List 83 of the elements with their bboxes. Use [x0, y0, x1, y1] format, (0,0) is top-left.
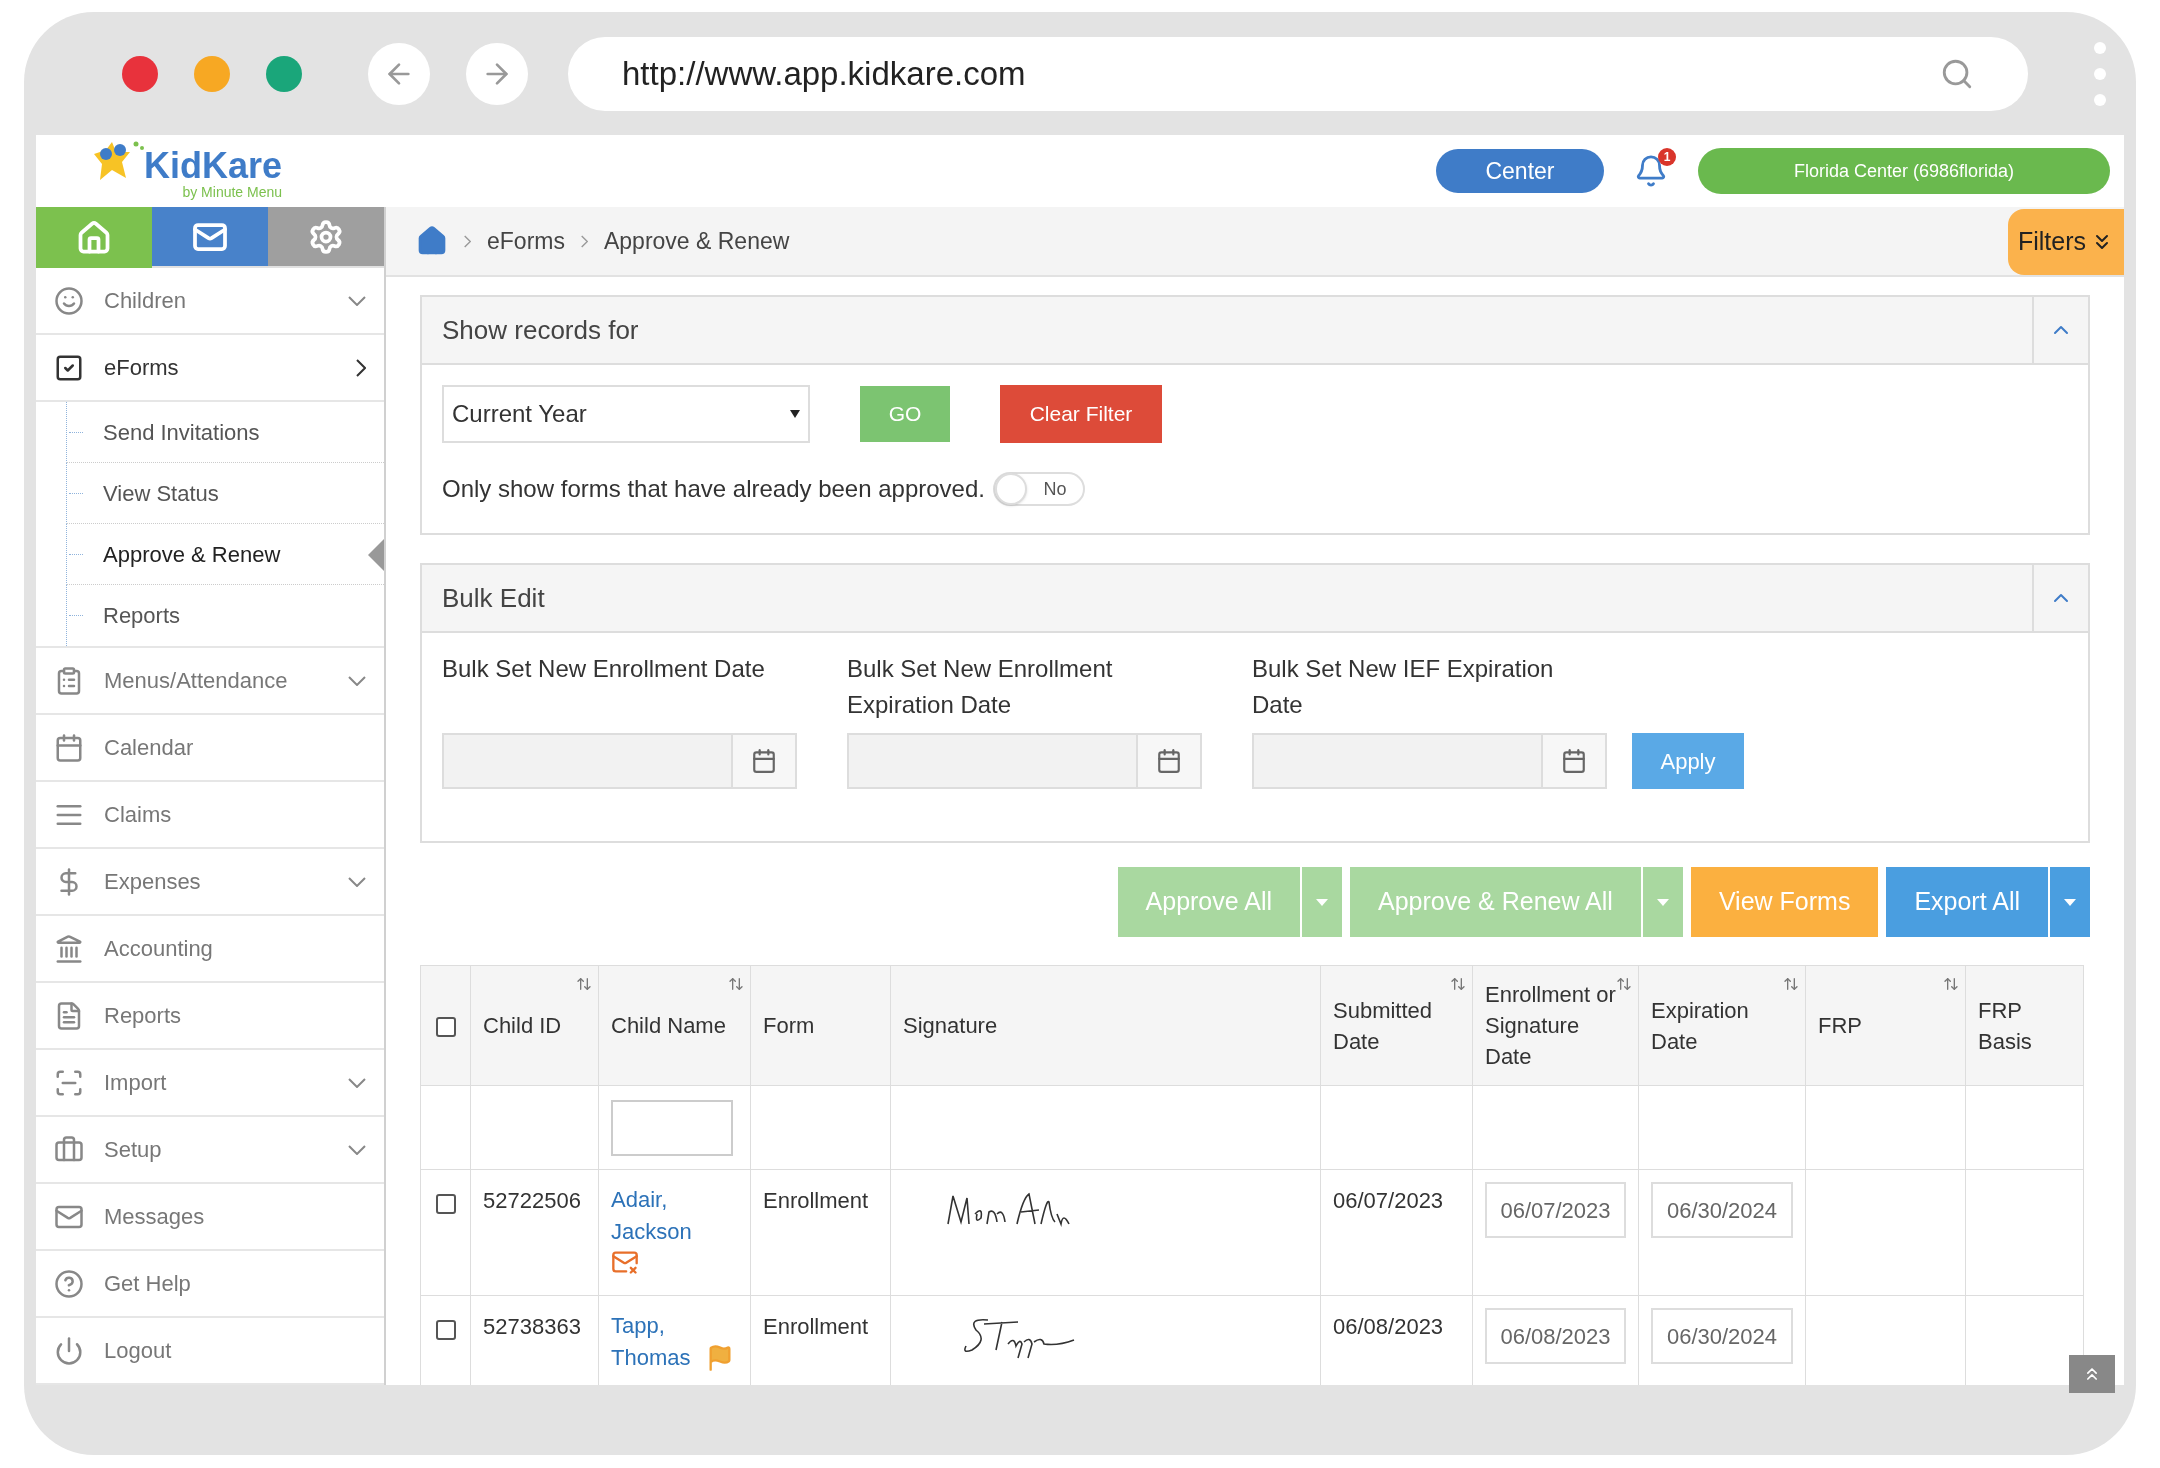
selection-pointer-icon [368, 539, 384, 571]
date-field[interactable] [1252, 733, 1607, 789]
submenu-item[interactable]: Reports [103, 599, 181, 632]
period-select[interactable]: Current Year [442, 385, 810, 443]
field-label: Bulk Set New IEF Expiration Date [1252, 654, 1555, 720]
mail-tab[interactable] [152, 207, 268, 268]
breadcrumb-item: Approve & Renew [603, 226, 790, 256]
form-type: Enrollment [763, 1188, 869, 1213]
sidebar-item[interactable]: Messages [36, 1184, 384, 1251]
bell-icon[interactable] [1634, 154, 1668, 188]
sidebar-item[interactable]: Children [36, 268, 384, 335]
calendar-icon [1561, 748, 1587, 774]
clear-filter-button[interactable]: Clear Filter [1000, 385, 1162, 443]
caret-icon [1316, 898, 1328, 906]
filter-description: Only show forms that have already been approved. [442, 474, 985, 504]
row-checkbox[interactable] [435, 1320, 456, 1340]
caret-icon [1656, 898, 1669, 906]
sidebar-item[interactable]: eForms [36, 335, 384, 402]
submenu-item[interactable]: View Status [103, 476, 219, 510]
chevron-down-icon [348, 1144, 366, 1155]
help-icon [54, 1268, 84, 1299]
sidebar-item[interactable]: Get Help [36, 1251, 384, 1318]
date-field[interactable] [442, 733, 797, 789]
home-tab[interactable] [36, 207, 152, 268]
calendar-icon [751, 748, 777, 774]
row-checkbox[interactable] [435, 1194, 456, 1214]
gear-icon [308, 218, 344, 255]
sidebar-item[interactable]: Claims [36, 782, 384, 849]
expiration-date-field[interactable]: 06/30/2024 [1651, 1308, 1793, 1364]
chevron-right-icon [356, 358, 366, 377]
submenu-item[interactable]: Send Invitations [103, 415, 260, 449]
settings-tab[interactable] [268, 207, 384, 268]
notification-badge: 1 [1658, 148, 1676, 166]
child-id: 52722506 [483, 1188, 581, 1213]
chevron-down-icon [348, 675, 366, 686]
more-menu-icon[interactable] [2094, 41, 2106, 106]
sidebar-item[interactable]: Logout [36, 1318, 384, 1385]
action-button[interactable]: Export All [1886, 867, 2048, 937]
select-all-checkbox[interactable] [435, 1017, 456, 1038]
chevron-down-icon [348, 295, 366, 306]
bank-icon [54, 933, 84, 964]
panel-title: Show records for [441, 313, 640, 347]
sidebar-item[interactable]: Menus/Attendance [36, 648, 384, 715]
breadcrumb-separator-icon [580, 234, 588, 248]
sidebar-item[interactable]: Accounting [36, 916, 384, 983]
name-filter-field[interactable] [611, 1099, 733, 1156]
dropdown-toggle-button[interactable] [2050, 867, 2090, 937]
filters-button[interactable]: Filters [2007, 209, 2124, 275]
submenu-item[interactable]: Approve & Renew [103, 537, 281, 571]
power-icon [54, 1335, 84, 1366]
breadcrumb-item[interactable]: eForms [487, 223, 565, 259]
breadcrumb-separator-icon [464, 234, 471, 248]
field-label: Bulk Set New Enrollment Date [442, 654, 766, 684]
address-bar[interactable]: http://www.app.kidkare.com [568, 36, 2028, 111]
enrollment-date-field[interactable]: 06/07/2023 [1485, 1182, 1626, 1238]
chevron-down-icon [348, 876, 366, 887]
home-icon [76, 219, 112, 256]
center-button[interactable]: Center [1436, 149, 1604, 193]
home-icon[interactable] [416, 225, 448, 257]
calendar-icon [1156, 748, 1182, 774]
sidebar-item[interactable]: Calendar [36, 715, 384, 782]
sidebar-item[interactable]: Reports [36, 983, 384, 1050]
child-id: 52738363 [483, 1314, 581, 1339]
dropdown-caret-icon [790, 410, 800, 418]
scroll-to-top-button[interactable] [2069, 1355, 2115, 1393]
expiration-date-field[interactable]: 06/30/2024 [1651, 1182, 1793, 1238]
submitted-date: 06/07/2023 [1333, 1188, 1444, 1213]
caret-icon [2064, 898, 2076, 906]
calendar-icon [54, 732, 84, 763]
chevron-down-icon [348, 1077, 366, 1088]
sidebar-item[interactable]: Expenses [36, 849, 384, 916]
enrollment-date-field[interactable]: 06/08/2023 [1485, 1308, 1626, 1364]
sidebar-item[interactable]: Import [36, 1050, 384, 1117]
logo: KidKare by Minute Menu [90, 139, 283, 203]
sidebar-item[interactable]: Setup [36, 1117, 384, 1184]
toggle-knob [995, 473, 1027, 505]
face-icon [54, 285, 84, 316]
approved-only-toggle[interactable]: No [993, 472, 1085, 506]
form-type: Enrollment [763, 1314, 869, 1339]
date-field[interactable] [847, 733, 1202, 789]
submitted-date: 06/08/2023 [1333, 1314, 1444, 1339]
panel-title: Bulk Edit [441, 581, 546, 615]
field-label: Bulk Set New Enrollment Expiration Date [847, 654, 1114, 720]
